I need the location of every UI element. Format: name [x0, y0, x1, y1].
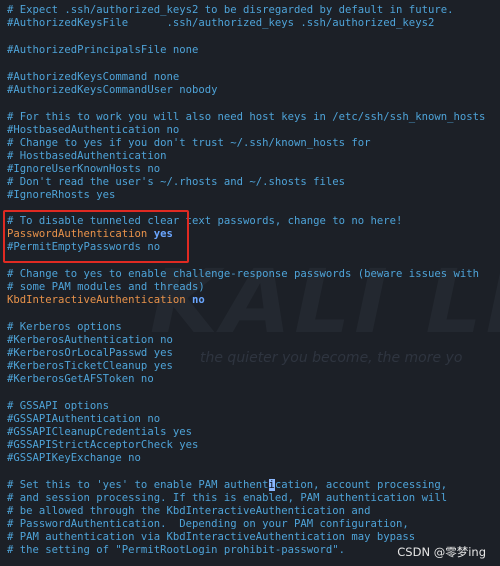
config-line: # Change to yes to enable challenge-resp…	[7, 268, 479, 280]
kbd-auth-key: KbdInteractiveAuthentication	[7, 294, 186, 306]
config-line: # PAM authentication via KbdInteractiveA…	[7, 531, 416, 543]
csdn-credit-watermark: CSDN @零梦ing	[397, 545, 486, 559]
config-line: # the setting of "PermitRootLogin prohib…	[7, 544, 346, 556]
config-line: #GSSAPIKeyExchange no	[7, 452, 141, 464]
config-line: # Change to yes if you don't trust ~/.ss…	[7, 137, 371, 149]
config-line: #GSSAPIAuthentication no	[7, 413, 161, 425]
config-line: # For this to work you will also need ho…	[7, 111, 486, 123]
terminal-window[interactable]: KALI LI the quieter you become, the more…	[0, 0, 500, 566]
config-line: # Kerberos options	[7, 321, 122, 333]
pam-line: # Set this to 'yes' to enable PAM authen…	[7, 479, 447, 492]
config-line: # Expect .ssh/authorized_keys2 to be dis…	[7, 4, 454, 16]
pam-line-start: # Set this to 'yes' to enable PAM authen…	[7, 479, 269, 491]
sshd-config-text: # Expect .ssh/authorized_keys2 to be dis…	[0, 0, 500, 566]
config-line: #AuthorizedKeysCommand none	[7, 71, 180, 83]
config-line: # Don't read the user's ~/.rhosts and ~/…	[7, 176, 346, 188]
config-line: #AuthorizedPrincipalsFile none	[7, 44, 199, 56]
config-line: #KerberosGetAFSToken no	[7, 373, 154, 385]
config-line: #HostbasedAuthentication no	[7, 124, 180, 136]
config-line: # be allowed through the KbdInteractiveA…	[7, 505, 371, 517]
config-line: #GSSAPIStrictAcceptorCheck yes	[7, 439, 199, 451]
pam-line-end: cation, account processing,	[274, 479, 448, 491]
kbd-auth-line: KbdInteractiveAuthentication no	[7, 294, 205, 307]
config-line: #GSSAPICleanupCredentials yes	[7, 426, 192, 438]
config-line: #IgnoreUserKnownHosts no	[7, 163, 161, 175]
kbd-auth-value: no	[191, 294, 205, 306]
config-line: # and session processing. If this is ena…	[7, 492, 448, 504]
config-line: #IgnoreRhosts yes	[7, 189, 116, 201]
config-line: # PasswordAuthentication. Depending on y…	[7, 518, 409, 530]
config-line: #AuthorizedKeysFile .ssh/authorized_keys…	[7, 17, 435, 29]
config-line: # HostbasedAuthentication	[7, 150, 167, 162]
config-line: # GSSAPI options	[7, 400, 110, 412]
config-line: #KerberosTicketCleanup yes	[7, 360, 173, 372]
password-auth-highlight-box	[3, 210, 189, 263]
config-line: #KerberosAuthentication no	[7, 334, 173, 346]
config-line: #KerberosOrLocalPasswd yes	[7, 347, 173, 359]
config-line: #AuthorizedKeysCommandUser nobody	[7, 84, 218, 96]
config-line: # some PAM modules and threads)	[7, 281, 205, 293]
